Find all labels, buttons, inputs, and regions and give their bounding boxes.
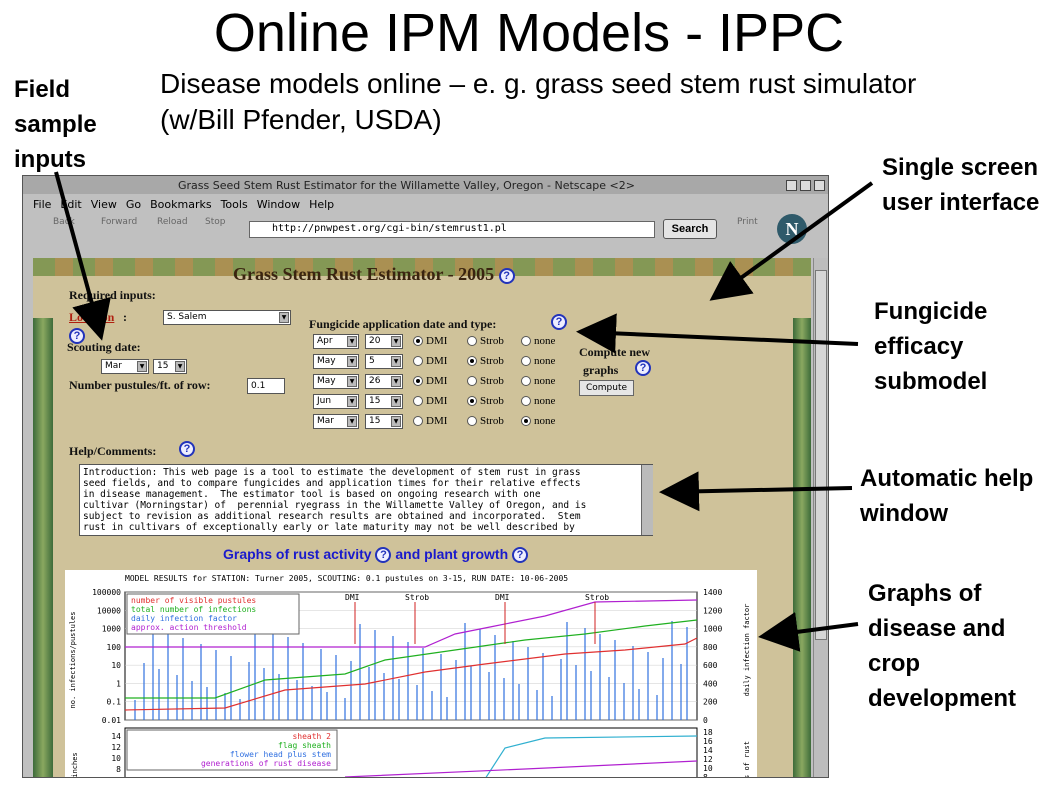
arrow-graphs	[758, 612, 859, 652]
arrow-fungicide	[576, 313, 859, 354]
arrow-single-screen	[709, 181, 874, 301]
arrow-field-sample	[54, 171, 111, 341]
arrow-overlay	[54, 171, 874, 652]
arrow-help	[659, 471, 853, 512]
